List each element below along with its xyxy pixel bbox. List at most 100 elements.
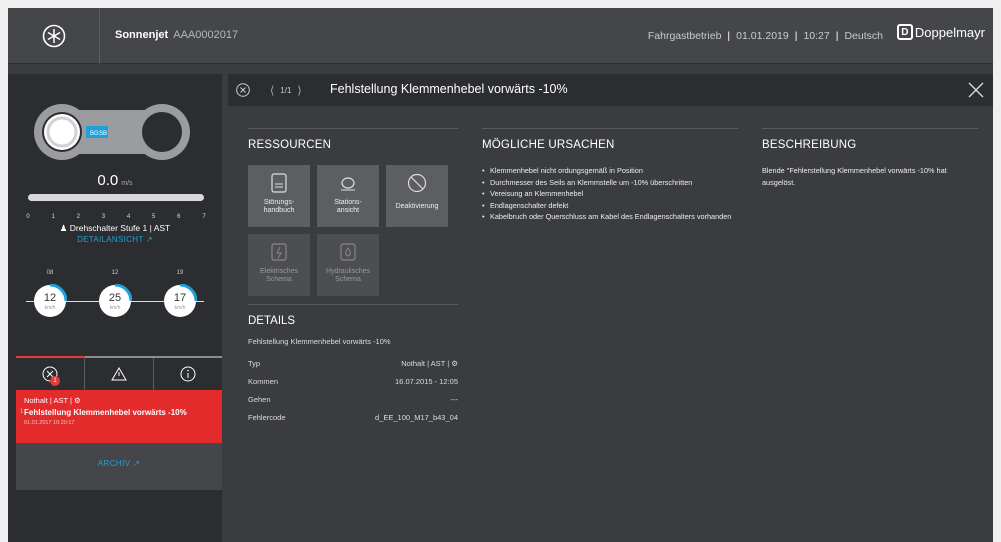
alarm-title: Fehlstellung Klemmenhebel vorwärts -10% (24, 408, 187, 417)
deactivate-button[interactable]: Deaktivierung (386, 165, 448, 227)
tab-warnings[interactable] (85, 358, 154, 390)
alarm-index: 1 (20, 409, 24, 415)
cause-item: Klemmenhebel nicht ordungsgemäß in Posit… (482, 165, 738, 177)
header-time: 10:27 (803, 30, 830, 42)
alarm-tabs: 1 (16, 356, 222, 390)
snowflake-icon (42, 24, 65, 48)
detail-row: Gehen --- (248, 390, 458, 408)
fault-title: Fehlstellung Klemmenhebel vorwärts -10% (330, 82, 568, 96)
manual-button[interactable]: Störungs-handbuch (248, 165, 310, 227)
resource-label: Stations-ansicht (334, 199, 362, 214)
warning-icon (111, 367, 127, 381)
resource-label: Deaktivierung (395, 203, 439, 210)
cause-item: Kabelbruch oder Querschluss am Kabel des… (482, 211, 738, 223)
archive-label: ARCHIV (97, 459, 131, 468)
detail-value: --- (450, 394, 459, 404)
speed-tick: 4 (126, 214, 131, 220)
fault-count-badge: 1 (50, 376, 60, 386)
speed-gauge[interactable]: 25 km/h (98, 283, 133, 318)
gauge-unit: km/h (44, 305, 56, 311)
speed-gauge[interactable]: 12 km/h (33, 283, 68, 318)
hydraulic-schema-button[interactable]: Hydraulisches Schema (317, 234, 379, 296)
chevron-left-icon[interactable]: ⟨ (270, 84, 274, 97)
app-name: Sonnenjet (115, 29, 169, 41)
resources-heading: RESSOURCEN (248, 139, 332, 151)
detail-value: Nothalt | AST | ⚙ (401, 359, 458, 368)
speed-tick: 2 (76, 214, 80, 220)
gear-icon: ⚙ (451, 358, 458, 368)
gauge-value: 12 (43, 292, 57, 304)
page-indicator: 1/1 (280, 86, 292, 95)
speed-gauges: 08 12 19 12 km/h 25 km/h 17 km/h (22, 270, 208, 330)
external-link-icon: ↗ (133, 459, 141, 468)
speed-tick: 7 (202, 214, 206, 220)
detail-row: Typ Nothalt | AST | ⚙ (248, 354, 458, 372)
app-id: AAA0002017 (173, 29, 239, 41)
causes-list: Klemmenhebel nicht ordungsgemäß in Posit… (482, 165, 738, 223)
detail-view-label: DETAILANSICHT (77, 235, 144, 244)
description-section: BESCHREIBUNG Blende "Fehlerstellung Klem… (762, 128, 978, 188)
detail-label: Kommen (248, 376, 279, 386)
gauge-top-label: 12 (111, 270, 119, 276)
info-icon (180, 366, 196, 382)
description-heading: BESCHREIBUNG (762, 139, 857, 151)
archive-link[interactable]: ARCHIV ↗ (16, 443, 222, 490)
electric-icon (271, 243, 287, 261)
alarm-timestamp: 01.01.2017 10:20:17 (24, 420, 75, 426)
brand-logo: D Doppelmayr (896, 24, 985, 40)
electric-schema-button[interactable]: Elektrisches Schema (248, 234, 310, 296)
speed-gauge[interactable]: 17 km/h (163, 283, 198, 318)
description-text: Blende "Fehlerstellung Klemmenhebel vorw… (762, 166, 947, 187)
chevron-right-icon[interactable]: ⟩ (297, 84, 301, 97)
pager: ⟨ 1/1 ⟩ (270, 84, 302, 97)
close-icon[interactable] (967, 81, 985, 99)
resource-label: Elektrisches Schema (260, 268, 298, 283)
gauge-top-label: 08 (46, 270, 54, 276)
speed-tick: 3 (101, 214, 106, 220)
header-bar: Sonnenjet AAA0002017 Fahrgastbetrieb | 01.… (8, 8, 993, 64)
speed-readout: 0.0 m/s (8, 172, 222, 189)
fault-circle-x-icon (236, 83, 250, 97)
active-alarm-item[interactable]: Nothalt | AST | ⚙ 1 Fehlstellung Klemmen… (16, 390, 222, 443)
detail-row: Fehlercode d_EE_100_M17_b43_04 (248, 408, 458, 426)
detail-row: Kommen 16.07.2015 - 12:05 (248, 372, 458, 390)
station-label-sb: SB (99, 131, 107, 137)
gear-icon: ⚙ (74, 396, 81, 405)
tab-info[interactable] (154, 358, 222, 390)
speed-scale: 0 1 2 3 4 5 6 7 (26, 208, 206, 220)
switch-text: Drehschalter Stufe 1 | AST (69, 223, 171, 233)
gauge-value: 17 (173, 292, 187, 304)
cause-item: Endlagenschalter defekt (482, 200, 738, 212)
speed-tick: 6 (177, 214, 181, 220)
tab-faults[interactable]: 1 (16, 356, 85, 390)
header-date: 01.01.2019 (736, 30, 789, 42)
resources-section: RESSOURCEN Störungs-handbuch Stations-an… (248, 128, 458, 296)
speed-tick: 1 (51, 214, 55, 220)
details-subtitle: Fehlstellung Klemmenhebel vorwärts -10% (248, 337, 391, 346)
station-icon (341, 177, 355, 191)
speed-tick: 5 (152, 214, 156, 220)
external-link-icon: ↗ (145, 235, 153, 244)
detail-view-link[interactable]: DETAILANSICHT ↗ (8, 235, 222, 244)
language-selector[interactable]: Deutsch (844, 30, 883, 42)
switch-status: ♟ Drehschalter Stufe 1 | AST (8, 223, 222, 234)
operation-mode: Fahrgastbetrieb (647, 30, 722, 42)
doppelmayr-mark-icon: D (896, 24, 913, 40)
speed-bar (28, 194, 204, 201)
snowflake-logo-cell[interactable] (8, 8, 100, 64)
divider (482, 128, 738, 129)
detail-header: ⟨ 1/1 ⟩ Fehlstellung Klemmenhebel vorwär… (228, 74, 993, 106)
speed-unit: m/s (121, 180, 133, 187)
station-label-bg: BG (90, 131, 99, 137)
resources-grid: Störungs-handbuch Stations-ansicht Deakt… (248, 165, 458, 296)
app-title: Sonnenjet AAA0002017 (115, 29, 238, 41)
ropeway-diagram[interactable]: BG SB (32, 102, 192, 162)
resource-label: Hydraulisches Schema (326, 268, 370, 283)
divider (248, 128, 458, 129)
details-heading: DETAILS (248, 315, 296, 327)
detail-value: d_EE_100_M17_b43_04 (375, 412, 458, 422)
person-icon: ♟ (59, 223, 68, 233)
speed-value: 0.0 (97, 172, 119, 189)
station-view-button[interactable]: Stations-ansicht (317, 165, 379, 227)
speed-tick: 0 (26, 214, 30, 220)
